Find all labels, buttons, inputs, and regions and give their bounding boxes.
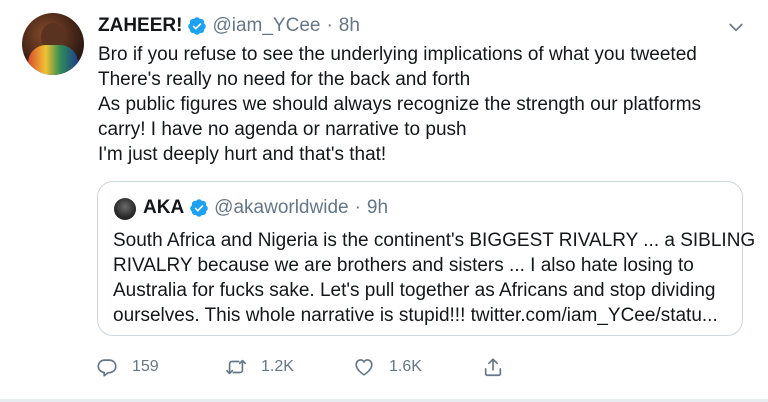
quoted-text-line: South Africa and Nigeria is the continen… bbox=[113, 230, 756, 251]
author-name[interactable]: ZAHEER! bbox=[98, 14, 182, 38]
like-count: 1.6K bbox=[389, 358, 422, 375]
tweet-text-line: Bro if you refuse to see the underlying … bbox=[98, 44, 697, 65]
quoted-text-line: ourselves. This whole narrative is stupi… bbox=[113, 305, 718, 326]
retweet-count: 1.2K bbox=[261, 358, 294, 375]
share-button[interactable] bbox=[482, 356, 504, 378]
quoted-tweet-header: AKA @akaworldwide · 9h bbox=[143, 196, 388, 220]
quoted-author-name: AKA bbox=[143, 197, 185, 218]
verified-badge-icon bbox=[188, 17, 207, 35]
chevron-down-icon[interactable] bbox=[726, 17, 746, 37]
reply-button[interactable]: 159 bbox=[96, 356, 225, 378]
quoted-text-line: RIVALRY because we are brothers and sist… bbox=[113, 255, 694, 276]
quoted-header-separator: · bbox=[354, 197, 361, 218]
tweet-text-line: As public figures we should always recog… bbox=[98, 94, 702, 115]
tweet-text-line: I'm just deeply hurt and that's that! bbox=[98, 144, 387, 165]
tweet-text-line: carry! I have no agenda or narrative to … bbox=[98, 119, 467, 140]
tweet-text-line: There's really no need for the back and … bbox=[98, 69, 471, 90]
tweet-actions: 159 1.2K 1.6K bbox=[96, 356, 504, 378]
share-icon bbox=[484, 358, 502, 377]
author-avatar[interactable] bbox=[22, 13, 84, 75]
tweet-time[interactable]: 8h bbox=[339, 14, 360, 38]
quoted-author-avatar bbox=[114, 198, 136, 220]
retweet-icon bbox=[226, 359, 246, 375]
tweet-header: ZAHEER! @iam_YCee · 8h bbox=[98, 14, 360, 38]
retweet-button[interactable]: 1.2K bbox=[225, 356, 353, 378]
quoted-tweet[interactable]: AKA @akaworldwide · 9h South Africa and … bbox=[97, 181, 756, 336]
author-handle[interactable]: @iam_YCee bbox=[212, 14, 320, 38]
quoted-tweet-text: South Africa and Nigeria is the continen… bbox=[113, 228, 756, 328]
tweet[interactable]: ZAHEER! @iam_YCee · 8h Bro if you refuse… bbox=[0, 0, 768, 402]
verified-badge-icon bbox=[190, 199, 208, 217]
like-button[interactable]: 1.6K bbox=[353, 356, 482, 378]
reply-icon bbox=[97, 359, 117, 377]
quoted-tweet-time: 9h bbox=[366, 197, 389, 218]
avatar-shirt bbox=[28, 45, 78, 75]
quoted-author-handle: @akaworldwide bbox=[214, 197, 349, 218]
quoted-text-line: Australia for fucks sake. Let's pull tog… bbox=[113, 280, 716, 301]
tweet-text: Bro if you refuse to see the underlying … bbox=[98, 42, 748, 167]
reply-count: 159 bbox=[132, 358, 159, 375]
header-separator: · bbox=[326, 15, 333, 36]
heart-icon bbox=[355, 359, 373, 376]
